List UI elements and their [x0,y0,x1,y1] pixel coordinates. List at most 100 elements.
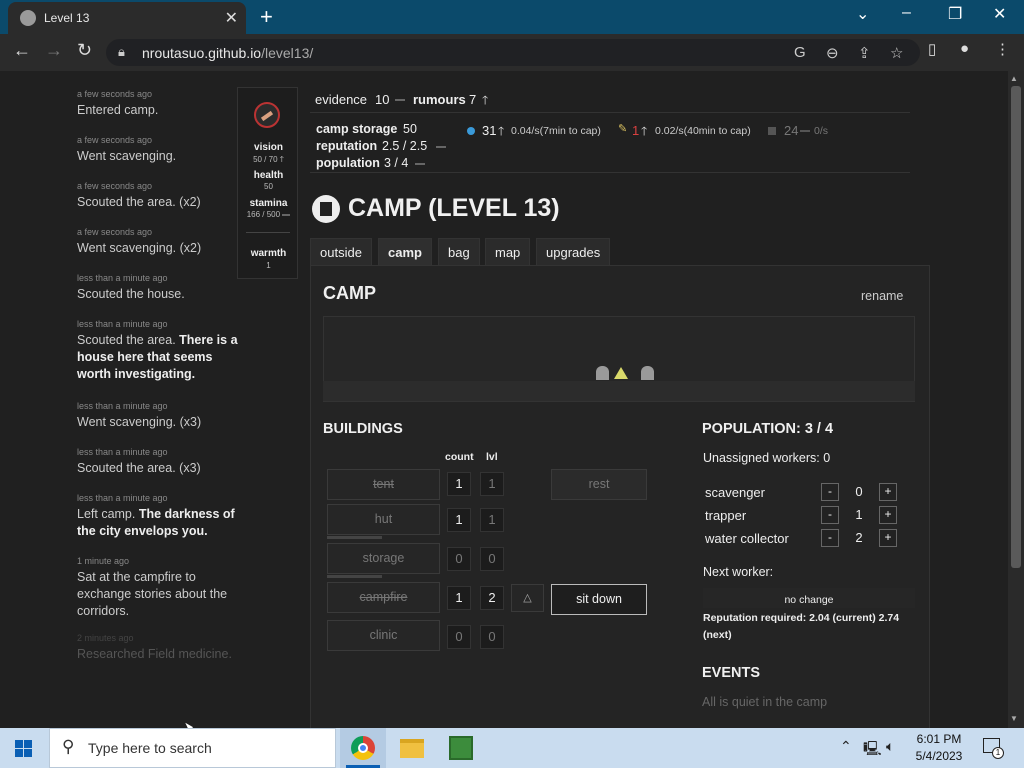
notification-count: 1 [992,747,1004,759]
log-text: Went scavenging. [77,149,177,163]
trapper-count: 1 [855,507,863,522]
scrollbar-thumb[interactable] [1011,86,1021,568]
water-collector-decrease-button[interactable]: - [821,529,839,547]
sidepanel-icon[interactable]: ▯ [928,40,936,58]
search-placeholder: Type here to search [88,740,212,756]
scavenger-decrease-button[interactable]: - [821,483,839,501]
trapper-decrease-button[interactable]: - [821,506,839,524]
tab-map[interactable]: map [485,238,531,265]
tab-camp[interactable]: camp [378,238,432,265]
water-icon [467,127,475,135]
log-entry: less than a minute ago Scouted the house. [77,273,247,303]
hut-level: 1 [480,508,504,532]
page-title: CAMP (LEVEL 13) [348,194,560,222]
buildings-heading: BUILDINGS [323,421,403,437]
storage-label: camp storage [316,122,398,136]
build-campfire-button[interactable]: campfire [327,582,440,613]
storage-level: 0 [480,547,504,571]
google-icon[interactable]: G [794,44,806,61]
log-time: 1 minute ago [77,556,130,566]
build-storage-button[interactable]: storage [327,543,440,574]
log-time: less than a minute ago [77,493,168,503]
water-collector-label: water collector [705,531,789,546]
warmth-label: warmth [250,248,287,259]
clock-time: 6:01 PM [916,732,962,746]
share-icon[interactable]: ⇪ [858,44,871,62]
restore-icon[interactable]: ❐ [948,4,962,24]
next-worker-status: no change [784,594,834,606]
address-bar[interactable]: 🔒︎ nroutasuo.github.io/level13/ G ⊖ ⇪ ☆ [106,39,920,66]
log-entry: less than a minute ago Left camp. The dar… [77,493,247,540]
zoom-icon[interactable]: ⊖ [826,44,839,62]
minimize-icon[interactable]: – [902,4,911,22]
tab-search-icon[interactable]: ⌄ [856,4,869,24]
warmth-value: 1 [266,261,271,270]
url-host: nroutasuo.github.io [142,45,262,61]
reputation-required: Reputation required: 2.04 (current) 2.74… [703,612,900,641]
volume-icon[interactable]: 🔈︎ [886,738,894,755]
water-collector-increase-button[interactable]: + [879,529,897,547]
tent-icon [596,366,609,380]
taskbar-clock[interactable]: 6:01 PM 5/4/2023 [906,731,972,765]
upgrade-campfire-button[interactable]: △ [511,584,544,612]
clock-date: 5/4/2023 [915,749,963,763]
evidence-value: 10 [375,92,390,107]
log-entry: a few seconds ago Went scavenging. [77,135,247,165]
log-entry: a few seconds ago Entered camp. [77,89,247,119]
trapper-increase-button[interactable]: + [879,506,897,524]
player-avatar-icon[interactable] [254,102,280,128]
notepad-app-icon[interactable] [449,736,473,760]
scroll-down-icon[interactable]: ▼ [1010,714,1018,723]
scavenger-label: scavenger [705,485,765,500]
close-tab-icon[interactable]: ✕ [225,8,238,28]
network-icon[interactable]: 🖳︎ [863,738,882,762]
windows-start-icon[interactable] [15,740,32,757]
camp-building-icon [312,195,340,223]
sit-down-button[interactable]: sit down [551,584,647,615]
scroll-up-icon[interactable]: ▲ [1010,74,1018,83]
back-icon[interactable]: ← [13,40,31,61]
log-text: Scouted the area. (x2) [77,195,201,209]
reputation-trend-icon [436,146,446,148]
build-tent-button[interactable]: tent [327,469,440,500]
food-amount: 1 [632,123,640,138]
url-path: /level13/ [261,45,314,61]
stats-divider [246,232,290,233]
log-time: less than a minute ago [77,319,168,329]
population-trend-icon [415,163,425,165]
reload-icon[interactable]: ↻ [77,40,92,61]
rename-button[interactable]: rename [861,289,903,303]
taskbar-search-box[interactable]: ⚲ Type here to search [49,728,336,768]
metal-rate: 0/s [814,125,829,137]
evidence-bar: evidence 10 rumours 7 🡑 [310,87,910,113]
build-clinic-button[interactable]: clinic [327,620,440,651]
file-explorer-icon[interactable] [400,739,424,758]
browser-tab[interactable]: Level 13 ✕ [8,2,246,34]
log-entry: 2 minutes ago Researched Field medicine. [77,633,247,663]
next-worker-label: Next worker: [703,565,774,579]
build-hut-button[interactable]: hut [327,504,440,535]
tray-chevron-icon[interactable]: ⌃ [840,738,852,755]
profile-icon[interactable]: ● [960,40,969,57]
rest-button[interactable]: rest [551,469,647,500]
log-text: Scouted the area. (x3) [77,461,201,475]
vision-value: 50 / 70 🡑 [253,155,284,164]
storage-value: 50 [403,122,417,136]
tab-outside[interactable]: outside [310,238,372,265]
browser-toolbar: ← → ↻ 🔒︎ nroutasuo.github.io/level13/ G … [0,34,1024,71]
log-time: less than a minute ago [77,401,168,411]
log-time: a few seconds ago [77,135,153,145]
water-collector-count: 2 [855,530,863,545]
campfire-count: 1 [447,586,471,610]
forward-icon[interactable]: → [45,40,63,61]
metal-trend-icon [800,130,810,132]
menu-kebab-icon[interactable]: ⋮ [995,40,1010,58]
new-tab-icon[interactable]: + [260,4,273,30]
scavenger-increase-button[interactable]: + [879,483,897,501]
lock-icon: 🔒︎ [118,44,125,59]
tab-bag[interactable]: bag [438,238,480,265]
bookmark-star-icon[interactable]: ☆ [890,44,903,62]
hut-progress [327,536,382,539]
tab-upgrades[interactable]: upgrades [536,238,611,265]
close-window-icon[interactable]: ✕ [993,4,1006,24]
